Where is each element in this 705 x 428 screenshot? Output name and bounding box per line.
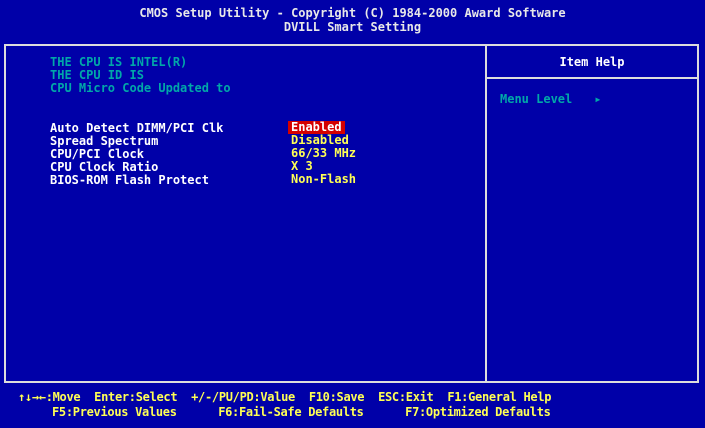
item-help-title: Item Help [559,55,625,69]
title-bar: CMOS Setup Utility - Copyright (C) 1984-… [0,0,705,44]
setting-value[interactable]: Non-Flash [288,173,359,186]
help-divider [487,77,697,79]
key-help-line-2: F5:Previous Values F6:Fail-Safe Defaults… [52,405,551,419]
panel-divider [485,44,487,383]
copyright-title: CMOS Setup Utility - Copyright (C) 1984-… [139,6,566,20]
cpu-id-info: THE CPU ID IS [50,68,144,82]
key-help-line-1: ↑↓→←:Move Enter:Select +/-/PU/PD:Value F… [18,390,552,404]
setting-label: CPU Clock Ratio [50,160,159,174]
key-help-bar: ↑↓→←:Move Enter:Select +/-/PU/PD:Value F… [0,388,705,428]
menu-level-arrow-icon: ▸ [594,92,602,106]
setting-label: BIOS-ROM Flash Protect [50,173,209,187]
menu-level-label: Menu Level [500,92,573,106]
menu-level: Menu Level ▸ [500,92,601,106]
cpu-vendor-info: THE CPU IS INTEL(R) [50,55,188,69]
setting-label: Auto Detect DIMM/PCI Clk [50,121,224,135]
menu-title: DVILL Smart Setting [283,20,422,34]
microcode-info: CPU Micro Code Updated to [50,81,231,95]
setting-label: Spread Spectrum [50,134,159,148]
setting-label: CPU/PCI Clock [50,147,144,161]
